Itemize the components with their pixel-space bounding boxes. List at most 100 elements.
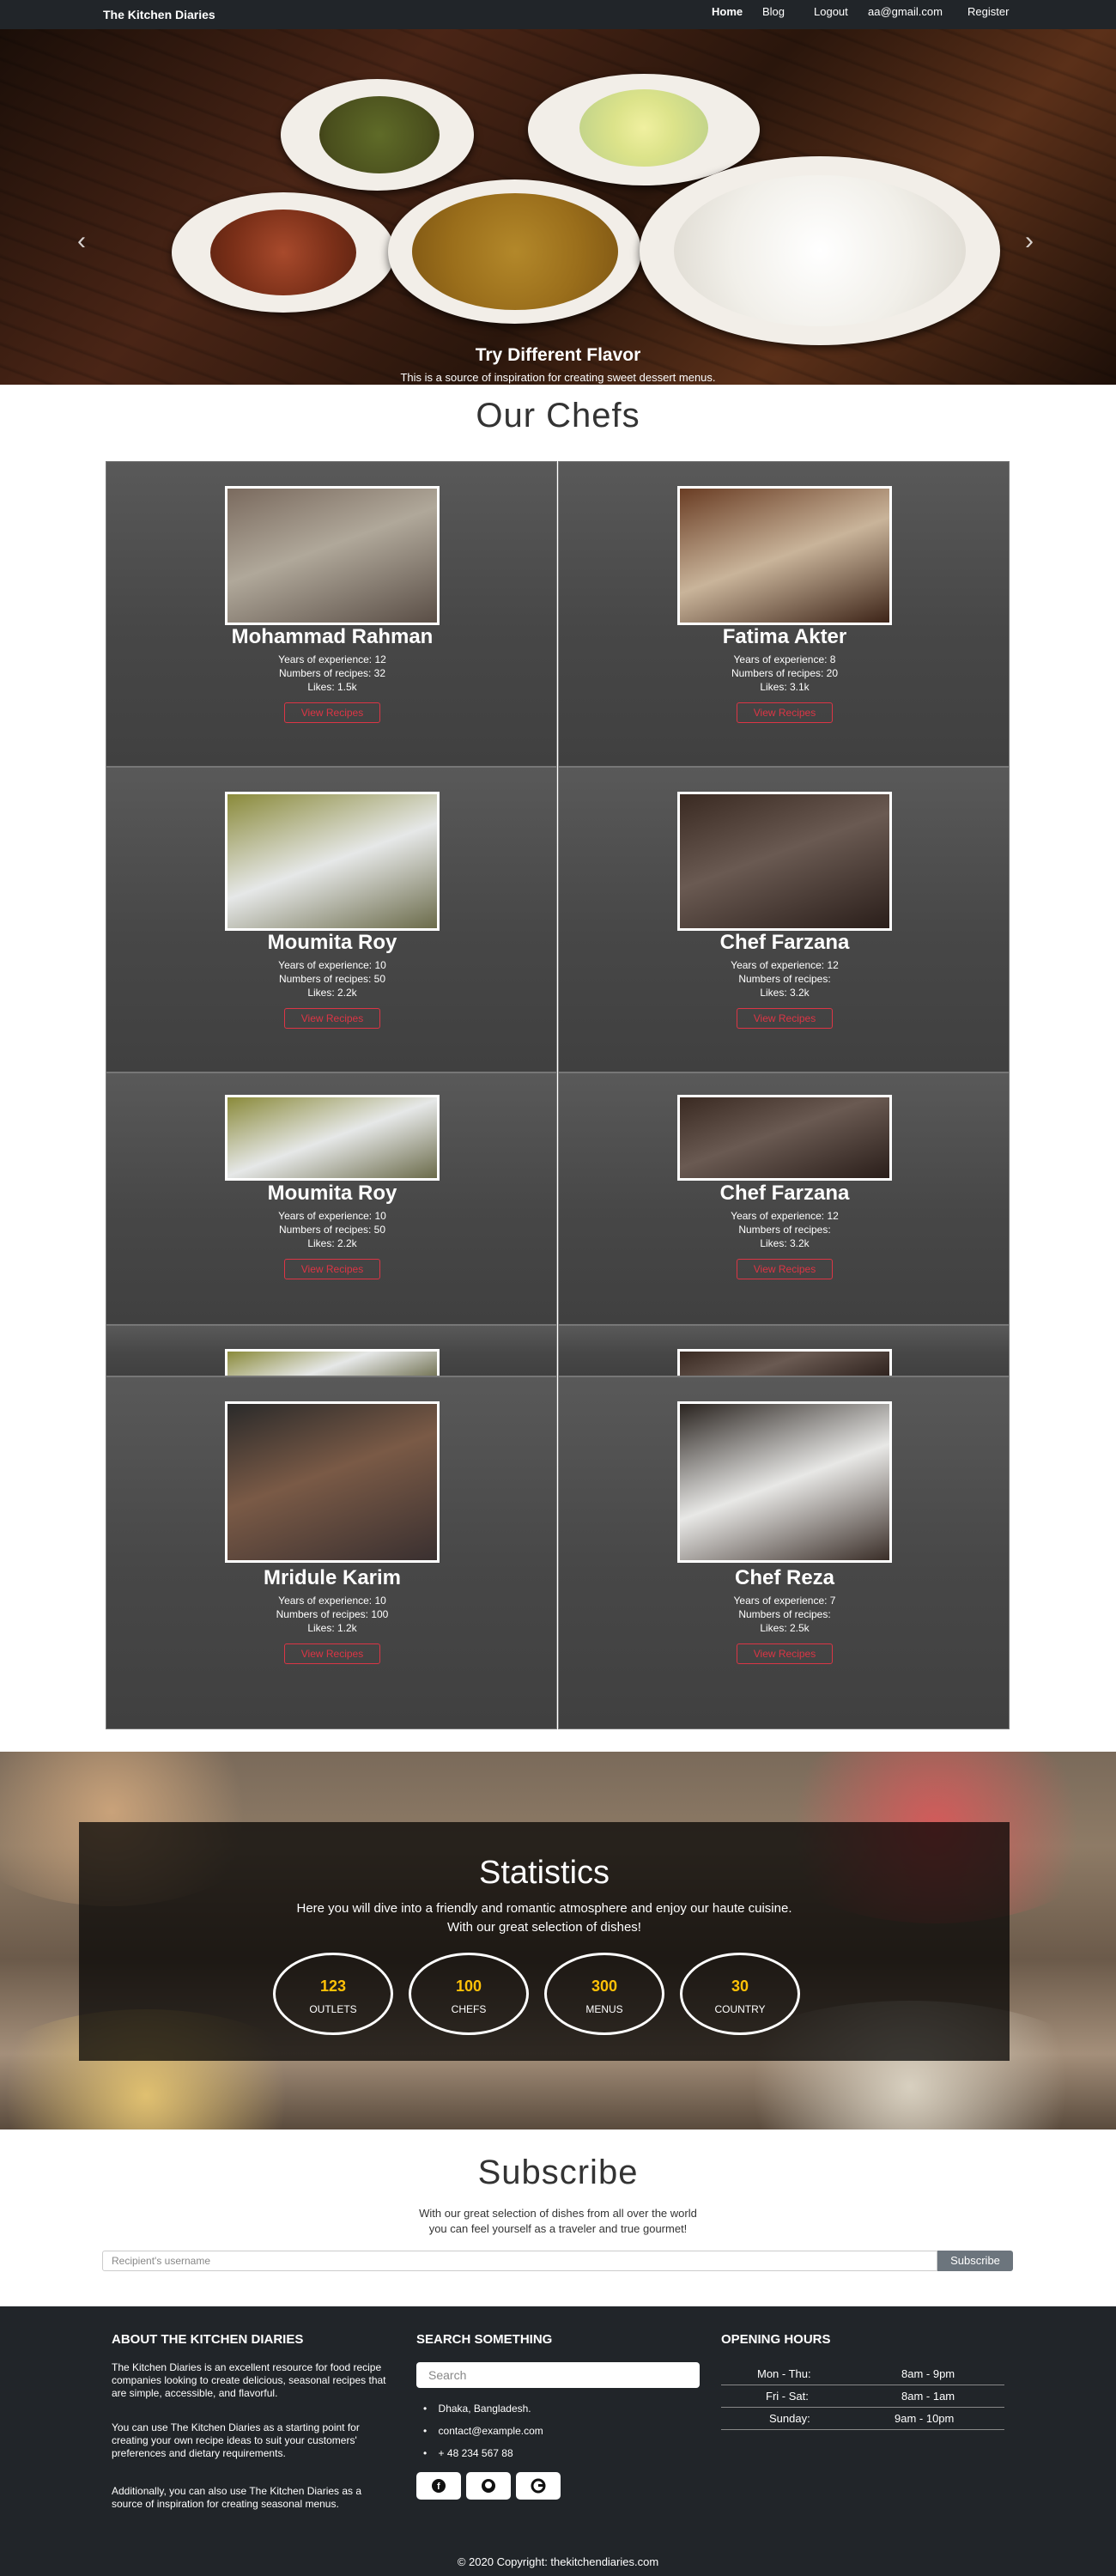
view-recipes-button[interactable]: View Recipes bbox=[284, 1643, 380, 1664]
github-icon bbox=[482, 2479, 495, 2493]
chef-likes: Likes: 2.2k bbox=[307, 1237, 357, 1249]
hours-row: Fri - Sat: 8am - 1am bbox=[721, 2385, 1004, 2408]
google-icon bbox=[531, 2478, 546, 2494]
brand-logo[interactable]: The Kitchen Diaries bbox=[103, 8, 215, 21]
chef-card: Moumita Roy Years of experience: 10 Numb… bbox=[106, 767, 557, 1072]
chef-photo bbox=[225, 1349, 440, 1376]
chef-name: Moumita Roy bbox=[267, 1182, 397, 1205]
nav-blog-link[interactable]: Blog bbox=[762, 5, 785, 18]
chef-recipes: Numbers of recipes: 32 bbox=[278, 667, 386, 679]
nav-user-email[interactable]: aa@gmail.com bbox=[868, 5, 943, 18]
copyright-text: © 2020 Copyright: thekitchendiaries.com bbox=[457, 2555, 659, 2568]
view-recipes-button[interactable]: View Recipes bbox=[737, 1259, 833, 1279]
stat-menus: 300 MENUS bbox=[544, 1953, 664, 2035]
chef-recipes: Numbers of recipes: 100 bbox=[276, 1608, 389, 1620]
statistics-text-line2: With our great selection of dishes! bbox=[447, 1920, 641, 1935]
stat-value: 123 bbox=[319, 1978, 347, 1995]
nav-register-link[interactable]: Register bbox=[967, 5, 1009, 18]
subscribe-text-line2: you can feel yourself as a traveler and … bbox=[428, 2222, 688, 2235]
view-recipes-button[interactable]: View Recipes bbox=[284, 1259, 380, 1279]
stat-label: COUNTRY bbox=[714, 2003, 766, 2015]
footer-about-title: ABOUT THE KITCHEN DIARIES bbox=[112, 2332, 304, 2347]
footer-about-paragraph: Additionally, you can also use The Kitch… bbox=[112, 2485, 362, 2510]
carousel-next-icon[interactable]: › bbox=[1025, 227, 1034, 256]
footer-search-title: SEARCH SOMETHING bbox=[416, 2332, 553, 2347]
email-text[interactable]: contact@example.com bbox=[439, 2425, 543, 2437]
stat-label: MENUS bbox=[585, 2003, 623, 2015]
chef-recipes: Numbers of recipes: 50 bbox=[278, 973, 386, 985]
subscribe-button[interactable]: Subscribe bbox=[937, 2251, 1013, 2271]
hero-caption-text: This is a source of inspiration for crea… bbox=[400, 371, 716, 384]
footer-search-input[interactable]: Search bbox=[416, 2362, 700, 2388]
footer: ABOUT THE KITCHEN DIARIES The Kitchen Di… bbox=[0, 2306, 1116, 2576]
chef-photo bbox=[225, 1401, 440, 1563]
food-plate-image bbox=[172, 192, 395, 313]
chef-likes: Likes: 2.5k bbox=[760, 1622, 810, 1634]
chef-card: Mohammad Rahman Years of experience: 12 … bbox=[106, 461, 557, 767]
chef-recipes: Numbers of recipes: bbox=[738, 1224, 831, 1236]
subscribe-username-input[interactable]: Recipient's username bbox=[102, 2251, 937, 2271]
statistics-section: Statistics Here you will dive into a fri… bbox=[0, 1752, 1116, 2129]
view-recipes-button[interactable]: View Recipes bbox=[737, 1643, 833, 1664]
chef-card: Fatima Akter Years of experience: 8 Numb… bbox=[558, 461, 1010, 767]
chef-likes: Likes: 1.2k bbox=[307, 1622, 357, 1634]
hours-time: 8am - 1am bbox=[901, 2390, 955, 2403]
chef-name: Chef Farzana bbox=[719, 931, 850, 954]
facebook-button[interactable]: f bbox=[416, 2472, 461, 2500]
phone-text: + 48 234 567 88 bbox=[438, 2447, 513, 2459]
subscribe-title: Subscribe bbox=[477, 2154, 639, 2191]
rice-plate-image bbox=[640, 156, 1000, 345]
hours-time: 9am - 10pm bbox=[895, 2412, 955, 2425]
carousel-prev-icon[interactable]: ‹ bbox=[77, 227, 86, 256]
view-recipes-button[interactable]: View Recipes bbox=[737, 702, 833, 723]
nav-home-link[interactable]: Home bbox=[712, 5, 743, 18]
food-plate-image bbox=[281, 79, 474, 191]
statistics-title: Statistics bbox=[478, 1855, 610, 1891]
view-recipes-button[interactable]: View Recipes bbox=[284, 1008, 380, 1029]
statistics-text-line1: Here you will dive into a friendly and r… bbox=[296, 1901, 792, 1916]
chef-card: Chef Reza Years of experience: 7 Numbers… bbox=[558, 1376, 1010, 1729]
chefs-section-title: Our Chefs bbox=[476, 397, 640, 434]
chef-likes: Likes: 3.1k bbox=[760, 681, 810, 693]
stat-value: 100 bbox=[455, 1978, 482, 1995]
chef-experience: Years of experience: 8 bbox=[733, 653, 836, 665]
hours-day: Sunday: bbox=[769, 2412, 810, 2425]
google-button[interactable] bbox=[516, 2472, 561, 2500]
chef-name: Mridule Karim bbox=[263, 1566, 402, 1589]
chef-experience: Years of experience: 10 bbox=[278, 1210, 386, 1222]
hours-time: 8am - 9pm bbox=[901, 2367, 955, 2380]
chef-photo bbox=[225, 486, 440, 625]
footer-about-paragraph: The Kitchen Diaries is an excellent reso… bbox=[112, 2361, 386, 2399]
hours-day: Mon - Thu: bbox=[757, 2367, 811, 2380]
chef-name: Moumita Roy bbox=[267, 931, 397, 954]
stat-country: 30 COUNTRY bbox=[680, 1953, 800, 2035]
stat-label: OUTLETS bbox=[309, 2003, 357, 2015]
chef-card-clipped bbox=[558, 1325, 1010, 1376]
stat-value: 300 bbox=[591, 1978, 618, 1995]
stat-label: CHEFS bbox=[451, 2003, 487, 2015]
chef-photo bbox=[677, 1349, 892, 1376]
chef-experience: Years of experience: 12 bbox=[731, 1210, 839, 1222]
footer-hours-title: OPENING HOURS bbox=[721, 2332, 831, 2347]
github-button[interactable] bbox=[466, 2472, 511, 2500]
svg-text:f: f bbox=[437, 2482, 440, 2492]
chef-experience: Years of experience: 12 bbox=[278, 653, 386, 665]
food-plate-image bbox=[528, 74, 760, 185]
chef-recipes: Numbers of recipes: 50 bbox=[278, 1224, 386, 1236]
footer-email: • contact@example.com bbox=[423, 2425, 543, 2437]
chef-card: Moumita Roy Years of experience: 10 Numb… bbox=[106, 1072, 557, 1325]
view-recipes-button[interactable]: View Recipes bbox=[284, 702, 380, 723]
view-recipes-button[interactable]: View Recipes bbox=[737, 1008, 833, 1029]
footer-phone: • + 48 234 567 88 bbox=[423, 2447, 513, 2459]
chef-likes: Likes: 2.2k bbox=[307, 987, 357, 999]
chef-likes: Likes: 3.2k bbox=[760, 1237, 810, 1249]
nav-logout-link[interactable]: Logout bbox=[814, 5, 848, 18]
chef-name: Fatima Akter bbox=[722, 625, 847, 648]
hours-day: Fri - Sat: bbox=[766, 2390, 809, 2403]
footer-about-paragraph: You can use The Kitchen Diaries as a sta… bbox=[112, 2421, 360, 2459]
chef-photo bbox=[677, 1401, 892, 1563]
chef-recipes: Numbers of recipes: 20 bbox=[731, 667, 839, 679]
statistics-panel: Statistics Here you will dive into a fri… bbox=[79, 1822, 1010, 2061]
chef-card: Mridule Karim Years of experience: 10 Nu… bbox=[106, 1376, 557, 1729]
subscribe-text-line1: With our great selection of dishes from … bbox=[419, 2207, 697, 2220]
